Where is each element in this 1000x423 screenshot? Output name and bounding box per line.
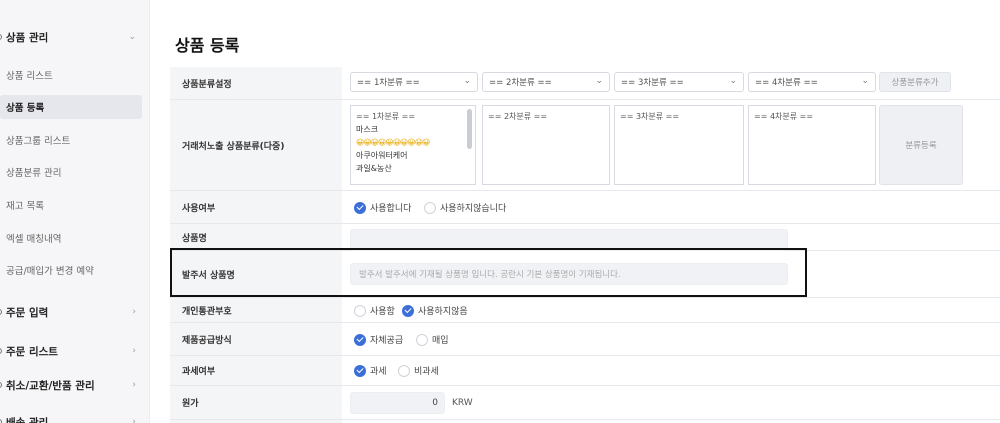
chevron-right-icon: › — [132, 380, 136, 390]
use-radio-no[interactable]: 사용하지않습니다 — [424, 201, 506, 214]
label-category: 상품분류설정 — [170, 67, 342, 99]
label-supply-method: 제품공급방식 — [170, 323, 342, 355]
radio-unchecked-icon — [398, 364, 410, 377]
exposure-listbox-3[interactable]: == 3차분류 == — [614, 105, 744, 185]
label-tax: 과세여부 — [170, 356, 342, 385]
row-product-name: 상품명 — [170, 224, 1000, 251]
tax-radio-taxable[interactable]: 과세 — [354, 364, 387, 377]
sidebar-section-order-input[interactable]: 주문 입력 › — [0, 300, 150, 324]
sidebar-item-price-reservation[interactable]: 공급/매입가 변경 예약 — [0, 258, 150, 282]
radio-unchecked-icon — [424, 201, 436, 214]
sidebar-item-product-register[interactable]: 상품 등록 — [0, 95, 142, 119]
exposure-listbox-4[interactable]: == 4차분류 == — [748, 105, 876, 185]
sidebar-item-product-list[interactable]: 상품 리스트 — [0, 63, 150, 87]
sidebar-section-returns[interactable]: 취소/교환/반품 관리 › — [0, 373, 150, 397]
row-exposure: 거래처노출 상품분류(다중) == 1차분류 == 마스크 😀😀😀😀😀😀😀😀😀😀… — [170, 100, 1000, 191]
sidebar-section-product[interactable]: 상품 관리 ⌄ — [0, 25, 150, 49]
radio-unchecked-icon — [416, 333, 428, 346]
circle-icon — [0, 382, 2, 388]
tax-radio-exempt[interactable]: 비과세 — [398, 364, 439, 377]
cost-unit: KRW — [452, 398, 473, 408]
sidebar-section-label: 상품 관리 — [6, 31, 49, 44]
row-cost: 원가 0 KRW — [170, 386, 1000, 420]
category-add-button[interactable]: 상품분류추가 — [879, 72, 951, 92]
chevron-down-icon: ⌄ — [463, 76, 471, 86]
highlight-box — [170, 248, 807, 297]
row-personal-customs: 개인통관부호 사용함 사용하지않음 — [170, 298, 1000, 323]
label-exposure: 거래처노출 상품분류(다중) — [170, 100, 342, 190]
circle-icon — [0, 348, 2, 354]
sidebar-section-order-list[interactable]: 주문 리스트 › — [0, 339, 150, 363]
sidebar-item-category-manage[interactable]: 상품분류 관리 — [0, 160, 150, 184]
page-title: 상품 등록 — [175, 36, 240, 55]
circle-icon — [0, 419, 2, 423]
supply-radio-purchase[interactable]: 매입 — [416, 333, 449, 346]
row-supply-method: 제품공급방식 자체공급 매입 — [170, 323, 1000, 356]
chevron-down-icon: ⌄ — [128, 32, 136, 42]
chevron-right-icon: › — [132, 307, 136, 317]
exposure-register-button[interactable]: 분류등록 — [879, 105, 963, 185]
radio-checked-icon — [402, 304, 414, 317]
radio-checked-icon — [354, 201, 366, 214]
radio-checked-icon — [354, 364, 366, 377]
sidebar-item-product-group-list[interactable]: 상품그룹 리스트 — [0, 128, 150, 152]
sidebar-item-stock-list[interactable]: 재고 목록 — [0, 193, 150, 217]
row-tax: 과세여부 과세 비과세 — [170, 356, 1000, 386]
chevron-right-icon: › — [132, 417, 136, 423]
sidebar-item-excel-matching[interactable]: 엑셀 매칭내역 — [0, 226, 150, 250]
exposure-listbox-2[interactable]: == 2차분류 == — [482, 105, 610, 185]
row-category: 상품분류설정 == 1차분류 == ⌄ == 2차분류 == ⌄ == 3차분류 =… — [170, 67, 1000, 100]
category-select-3[interactable]: == 3차분류 == ⌄ — [614, 72, 744, 92]
cost-input[interactable]: 0 — [350, 392, 445, 414]
circle-icon — [0, 309, 2, 315]
chevron-down-icon: ⌄ — [861, 76, 869, 86]
radio-checked-icon — [354, 333, 366, 346]
radio-unchecked-icon — [354, 304, 366, 317]
label-cost: 원가 — [170, 386, 342, 419]
scrollbar[interactable] — [467, 109, 472, 149]
label-personal-customs: 개인통관부호 — [170, 298, 342, 322]
chevron-right-icon: › — [132, 346, 136, 356]
exposure-listbox-1[interactable]: == 1차분류 == 마스크 😀😀😀😀😀😀😀😀😀😀 아쿠아워터케어 과일&농산 — [350, 105, 476, 185]
row-use: 사용여부 사용합니다 사용하지않습니다 — [170, 191, 1000, 224]
category-select-2[interactable]: == 2차분류 == ⌄ — [482, 72, 610, 92]
supply-radio-self[interactable]: 자체공급 — [354, 333, 403, 346]
sidebar-section-shipping[interactable]: 배송 관리 › — [0, 410, 150, 423]
chevron-down-icon: ⌄ — [595, 76, 603, 86]
category-select-1[interactable]: == 1차분류 == ⌄ — [350, 72, 478, 92]
label-product-name: 상품명 — [170, 224, 342, 250]
personal-radio-nouse[interactable]: 사용하지않음 — [402, 304, 468, 317]
personal-radio-use[interactable]: 사용함 — [354, 304, 395, 317]
label-use: 사용여부 — [170, 191, 342, 223]
chevron-down-icon: ⌄ — [729, 76, 737, 86]
circle-icon — [0, 34, 2, 40]
sidebar: 상품 관리 ⌄ 상품 리스트 상품 등록 상품그룹 리스트 상품분류 관리 재고… — [0, 0, 150, 423]
use-radio-yes[interactable]: 사용합니다 — [354, 201, 411, 214]
category-select-4[interactable]: == 4차분류 == ⌄ — [748, 72, 876, 92]
